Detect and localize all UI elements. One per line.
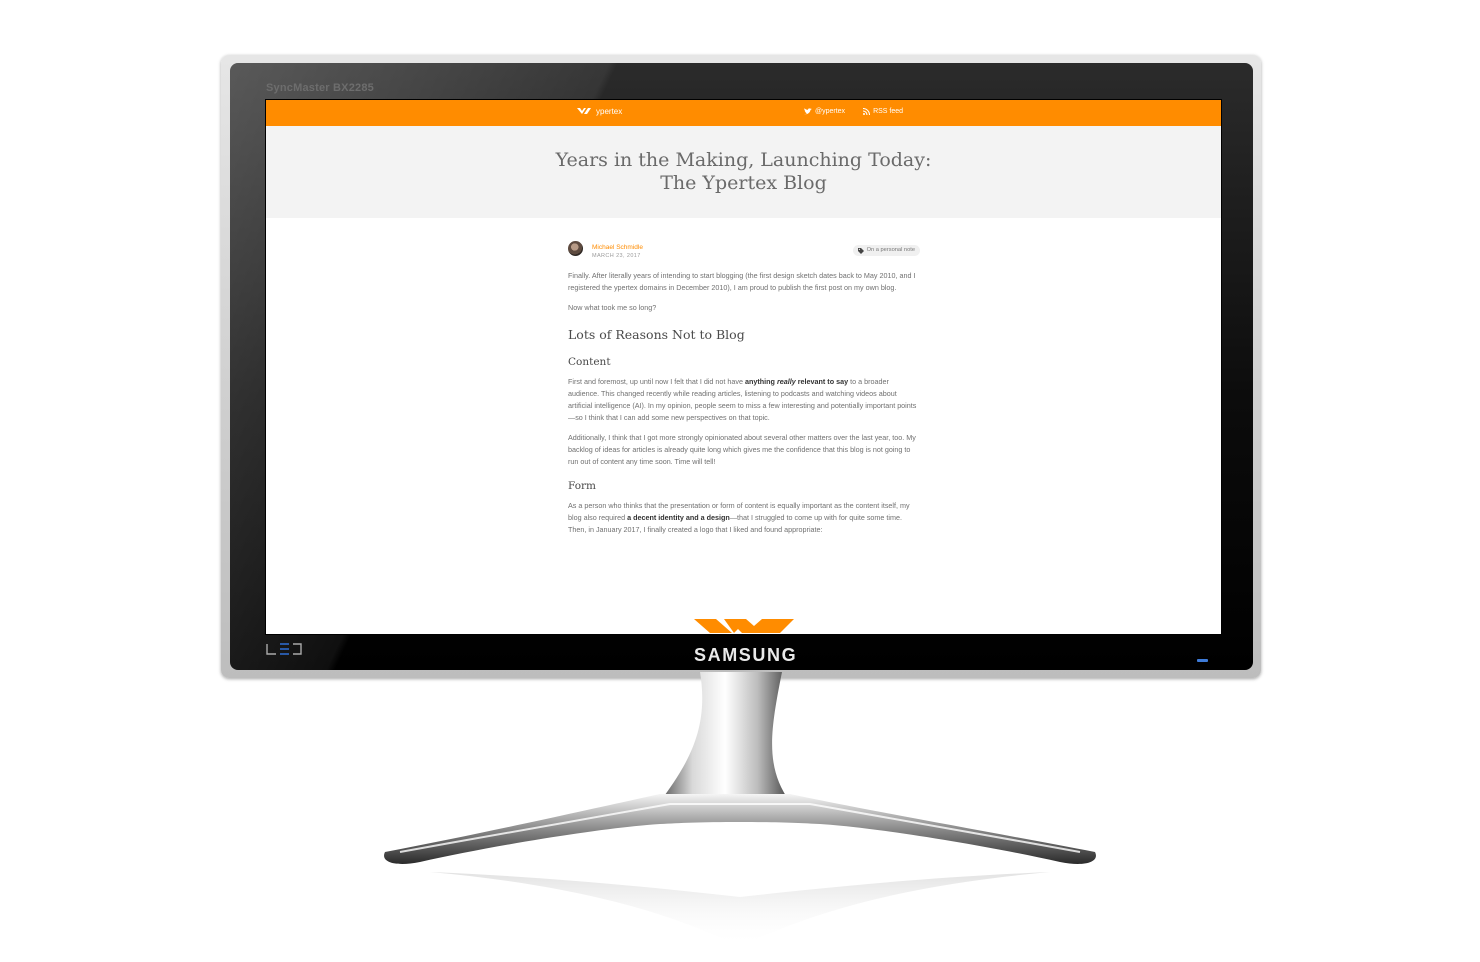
rss-icon bbox=[863, 108, 871, 115]
paragraph-additionally: Additionally, I think that I got more st… bbox=[568, 433, 916, 466]
ypertex-logo-icon bbox=[577, 108, 591, 114]
paragraph-form-bold: a decent identity and a design bbox=[627, 513, 730, 522]
post-meta: Michael Schmidle MARCH 23, 2017 On a per… bbox=[568, 240, 920, 260]
twitter-link-label: @ypertex bbox=[815, 108, 846, 115]
article-body: Michael Schmidle MARCH 23, 2017 On a per… bbox=[568, 240, 920, 544]
paragraph-content-text-1: First and foremost, up until now I felt … bbox=[568, 377, 745, 386]
paragraph-content-bold: anything really relevant to say bbox=[745, 377, 848, 386]
ypertex-large-logo-icon bbox=[694, 619, 794, 633]
paragraph-content-bold-1: anything bbox=[745, 377, 777, 386]
post-title-line-1: Years in the Making, Launching Today: bbox=[555, 149, 932, 171]
power-led-indicator[interactable] bbox=[1197, 659, 1208, 662]
subheading-form: Form bbox=[568, 480, 597, 492]
twitter-link[interactable]: @ypertex bbox=[804, 108, 845, 115]
paragraph-content: First and foremost, up until now I felt … bbox=[568, 376, 920, 424]
site-logo[interactable]: ypertex bbox=[577, 107, 622, 116]
section-heading-reasons: Lots of Reasons Not to Blog bbox=[568, 327, 745, 342]
monitor-stand bbox=[384, 672, 1096, 947]
paragraph-content-emphasis: really bbox=[776, 377, 796, 386]
rss-link[interactable]: RSS feed bbox=[863, 108, 903, 115]
post-date: MARCH 23, 2017 bbox=[592, 253, 641, 259]
author-avatar bbox=[568, 241, 583, 256]
post-title: Years in the Making, Launching Today: Th… bbox=[266, 149, 1221, 195]
site-logo-text: ypertex bbox=[596, 107, 623, 116]
rss-link-label: RSS feed bbox=[873, 108, 904, 115]
category-tag-label: On a personal note bbox=[866, 247, 915, 253]
tag-icon bbox=[857, 247, 864, 254]
led-logo-icon bbox=[266, 643, 302, 655]
monitor-brand-label: SAMSUNG bbox=[694, 645, 798, 665]
category-tag[interactable]: On a personal note bbox=[852, 245, 920, 256]
nav-links: @ypertex RSS feed bbox=[804, 108, 903, 115]
paragraph-content-bold-2: relevant to say bbox=[795, 377, 849, 386]
monitor-model-label: SyncMaster BX2285 bbox=[266, 82, 374, 94]
post-title-line-2: The Ypertex Blog bbox=[660, 172, 827, 194]
post-header: Years in the Making, Launching Today: Th… bbox=[266, 126, 1221, 218]
twitter-icon bbox=[804, 108, 812, 115]
monitor-screen: ypertex @ypertex RSS feed Years in the M… bbox=[265, 99, 1222, 635]
paragraph-intro: Finally. After literally years of intend… bbox=[568, 271, 916, 292]
paragraph-question: Now what took me so long? bbox=[568, 303, 657, 312]
top-nav-bar: ypertex @ypertex RSS feed bbox=[266, 100, 1221, 126]
paragraph-form: As a person who thinks that the presenta… bbox=[568, 500, 920, 536]
subheading-content: Content bbox=[568, 356, 611, 368]
